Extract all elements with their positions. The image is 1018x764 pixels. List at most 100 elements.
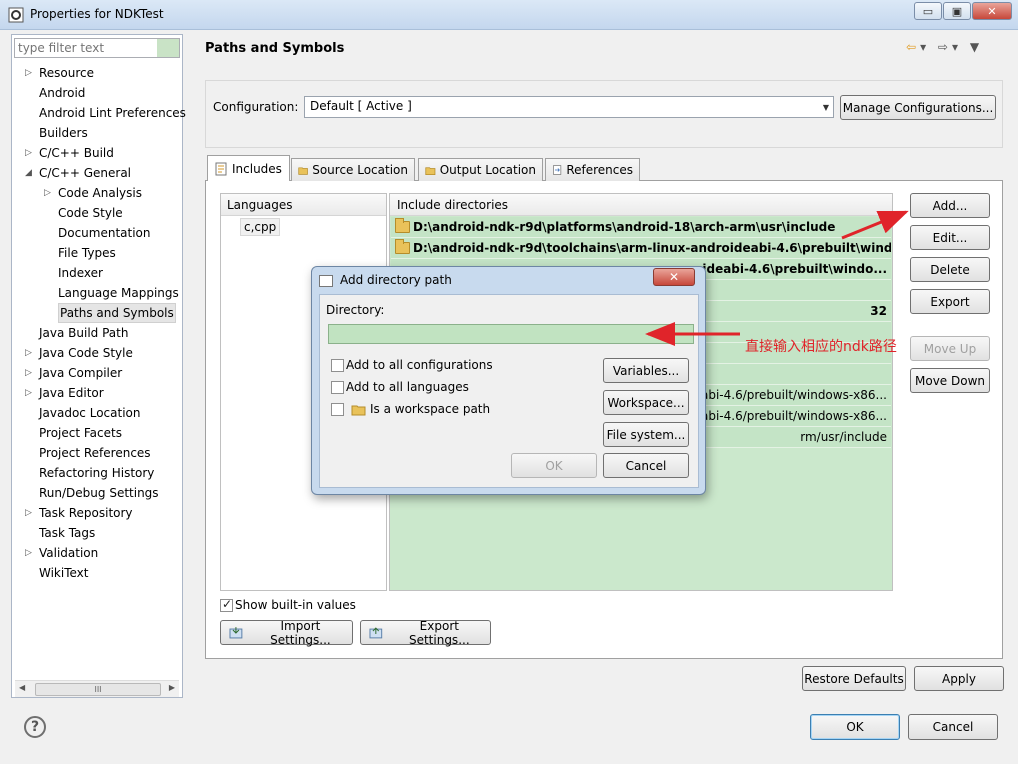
tree-item[interactable]: ▷ Validation — [14, 543, 182, 563]
forward-menu-icon[interactable]: ▾ — [952, 40, 962, 54]
scroll-left-icon[interactable]: ◀ — [19, 683, 25, 692]
workspace-button[interactable]: Workspace... — [603, 390, 689, 415]
export-button[interactable]: Export — [910, 289, 990, 314]
manage-configurations-button[interactable]: Manage Configurations... — [840, 95, 996, 120]
directory-label: Directory: — [326, 303, 385, 317]
tab-output-location[interactable]: Output Location — [418, 158, 543, 181]
expand-arrow-icon[interactable]: ▷ — [25, 503, 35, 523]
tree-item[interactable]: Project References — [14, 443, 182, 463]
include-directory-row[interactable]: D:\android-ndk-r9d\toolchains\arm-linux-… — [391, 238, 891, 259]
workspace-path-checkbox[interactable] — [331, 403, 344, 416]
tree-item-label: Java Code Style — [39, 346, 133, 360]
ok-button[interactable]: OK — [810, 714, 900, 740]
tree-item[interactable]: Language Mappings — [14, 283, 182, 303]
tree-item[interactable]: ▷ Java Editor — [14, 383, 182, 403]
tab-includes[interactable]: Includes — [207, 155, 290, 181]
filter-input[interactable] — [15, 39, 157, 57]
import-settings-button[interactable]: Import Settings... — [220, 619, 353, 647]
tree-item[interactable]: Android — [14, 83, 182, 103]
variables-button[interactable]: Variables... — [603, 358, 689, 383]
tree-item[interactable]: Indexer — [14, 263, 182, 283]
minimize-button[interactable]: ▭ — [914, 2, 942, 20]
tree-item[interactable]: Javadoc Location — [14, 403, 182, 423]
languages-header: Languages — [221, 194, 386, 216]
add-button[interactable]: Add... — [910, 193, 990, 218]
collapse-arrow-icon[interactable]: ◢ — [25, 163, 35, 183]
tree-item[interactable]: Android Lint Preferences — [14, 103, 186, 123]
dropdown-arrow-icon: ▼ — [822, 103, 829, 112]
dialog-ok-button[interactable]: OK — [511, 453, 597, 478]
tree-item-label: Refactoring History — [39, 466, 155, 480]
delete-button[interactable]: Delete — [910, 257, 990, 282]
expand-arrow-icon[interactable]: ▷ — [25, 143, 35, 163]
tree-item[interactable]: Task Tags — [14, 523, 182, 543]
tree-item[interactable]: ▷ C/C++ Build — [14, 143, 182, 163]
tree-item[interactable]: ▷ Resource — [14, 63, 182, 83]
expand-arrow-icon[interactable]: ▷ — [25, 363, 35, 383]
tree-item[interactable]: Builders — [14, 123, 182, 143]
tab-label: References — [566, 163, 633, 177]
tree-item[interactable]: ◢ C/C++ General — [14, 163, 182, 183]
edit-button[interactable]: Edit... — [910, 225, 990, 250]
tree-item[interactable]: Paths and Symbols — [14, 303, 182, 323]
tree-item[interactable]: Run/Debug Settings — [14, 483, 182, 503]
include-directory-row[interactable]: D:\android-ndk-r9d\platforms\android-18\… — [391, 217, 891, 238]
include-directory-path: eabi-4.6/prebuilt/windows-x86... — [693, 388, 887, 402]
configuration-select[interactable]: Default [ Active ] ▼ — [304, 96, 834, 118]
tree-item[interactable]: ▷ Java Compiler — [14, 363, 182, 383]
move-up-button[interactable]: Move Up — [910, 336, 990, 361]
tree-item[interactable]: Code Style — [14, 203, 182, 223]
tree-item-label: Java Editor — [39, 386, 104, 400]
tree-item[interactable]: Documentation — [14, 223, 182, 243]
tree-item[interactable]: Java Build Path — [14, 323, 182, 343]
tree-item[interactable]: WikiText — [14, 563, 182, 583]
back-arrow-icon[interactable]: ⇦ — [906, 40, 920, 54]
include-directory-path: D:\android-ndk-r9d\toolchains\arm-linux-… — [413, 241, 891, 255]
language-item[interactable]: c,cpp — [240, 218, 281, 236]
maximize-button[interactable]: ▣ — [943, 2, 971, 20]
apply-button[interactable]: Apply — [914, 666, 1004, 691]
window-titlebar: Properties for NDKTest ▭ ▣ ✕ — [0, 0, 1018, 30]
include-directories-header: Include directories — [390, 194, 892, 216]
move-down-button[interactable]: Move Down — [910, 368, 990, 393]
tree-item[interactable]: ▷ Java Code Style — [14, 343, 182, 363]
add-all-configurations-checkbox[interactable] — [331, 359, 344, 372]
tab-label: Output Location — [439, 163, 536, 177]
tree-horizontal-scrollbar[interactable]: ◀ III ▶ — [15, 680, 179, 697]
scroll-right-icon[interactable]: ▶ — [169, 683, 175, 692]
tree-item-label: Android — [39, 86, 86, 100]
tree-item-label: Run/Debug Settings — [39, 486, 159, 500]
dialog-close-button[interactable]: ✕ — [653, 268, 695, 286]
tree-item[interactable]: ▷ Code Analysis — [14, 183, 182, 203]
expand-arrow-icon[interactable]: ▷ — [25, 383, 35, 403]
tree-item[interactable]: Project Facets — [14, 423, 182, 443]
tree-item-label: C/C++ Build — [39, 146, 114, 160]
tree-item[interactable]: Refactoring History — [14, 463, 182, 483]
tree-item[interactable]: ▷ Task Repository — [14, 503, 182, 523]
close-window-button[interactable]: ✕ — [972, 2, 1012, 20]
expand-arrow-icon[interactable]: ▷ — [44, 183, 54, 203]
tree-item[interactable]: File Types — [14, 243, 182, 263]
tree-item-label: C/C++ General — [39, 166, 132, 180]
expand-arrow-icon[interactable]: ▷ — [25, 543, 35, 563]
file-system-button[interactable]: File system... — [603, 422, 689, 447]
show-builtin-checkbox[interactable] — [220, 597, 233, 612]
directory-input[interactable] — [328, 324, 694, 344]
tree-item-label: Project References — [39, 446, 151, 460]
tab-references[interactable]: References — [545, 158, 640, 181]
expand-arrow-icon[interactable]: ▷ — [25, 63, 35, 83]
clear-filter-icon[interactable] — [157, 39, 179, 57]
tab-source-location[interactable]: Source Location — [291, 158, 415, 181]
export-settings-button[interactable]: Export Settings... — [360, 619, 491, 647]
scroll-thumb[interactable]: III — [35, 683, 161, 696]
view-menu-icon[interactable]: ▼ — [970, 40, 983, 54]
dialog-cancel-button[interactable]: Cancel — [603, 453, 689, 478]
forward-arrow-icon[interactable]: ⇨ — [938, 40, 952, 54]
add-all-languages-checkbox[interactable] — [331, 381, 344, 394]
tree-item-label: Paths and Symbols — [58, 303, 176, 323]
restore-defaults-button[interactable]: Restore Defaults — [802, 666, 906, 691]
expand-arrow-icon[interactable]: ▷ — [25, 343, 35, 363]
help-icon[interactable]: ? — [24, 716, 46, 738]
cancel-button[interactable]: Cancel — [908, 714, 998, 740]
back-menu-icon[interactable]: ▾ — [920, 40, 930, 54]
